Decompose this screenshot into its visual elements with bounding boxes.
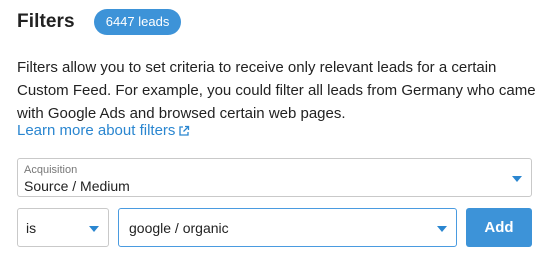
- filters-header: Filters 6447 leads: [17, 8, 182, 36]
- acquisition-select-label: Acquisition: [24, 164, 78, 176]
- leads-count-badge: 6447 leads: [93, 9, 182, 35]
- acquisition-select-value: Source / Medium: [24, 178, 130, 194]
- value-select[interactable]: google / organic: [118, 208, 457, 247]
- value-select-value: google / organic: [129, 220, 229, 236]
- external-link-icon: [179, 125, 190, 136]
- learn-more-label: Learn more about filters: [17, 122, 176, 139]
- operator-select-value: is: [26, 220, 37, 236]
- chevron-down-icon: [512, 176, 522, 182]
- learn-more-link[interactable]: Learn more about filters: [17, 122, 190, 139]
- acquisition-select[interactable]: Acquisition Source / Medium: [17, 158, 532, 197]
- chevron-down-icon: [437, 226, 447, 232]
- add-button[interactable]: Add: [466, 208, 532, 247]
- page-title: Filters: [17, 11, 75, 32]
- chevron-down-icon: [89, 226, 99, 232]
- filters-description: Filters allow you to set criteria to rec…: [17, 59, 536, 122]
- operator-select[interactable]: is: [17, 208, 109, 247]
